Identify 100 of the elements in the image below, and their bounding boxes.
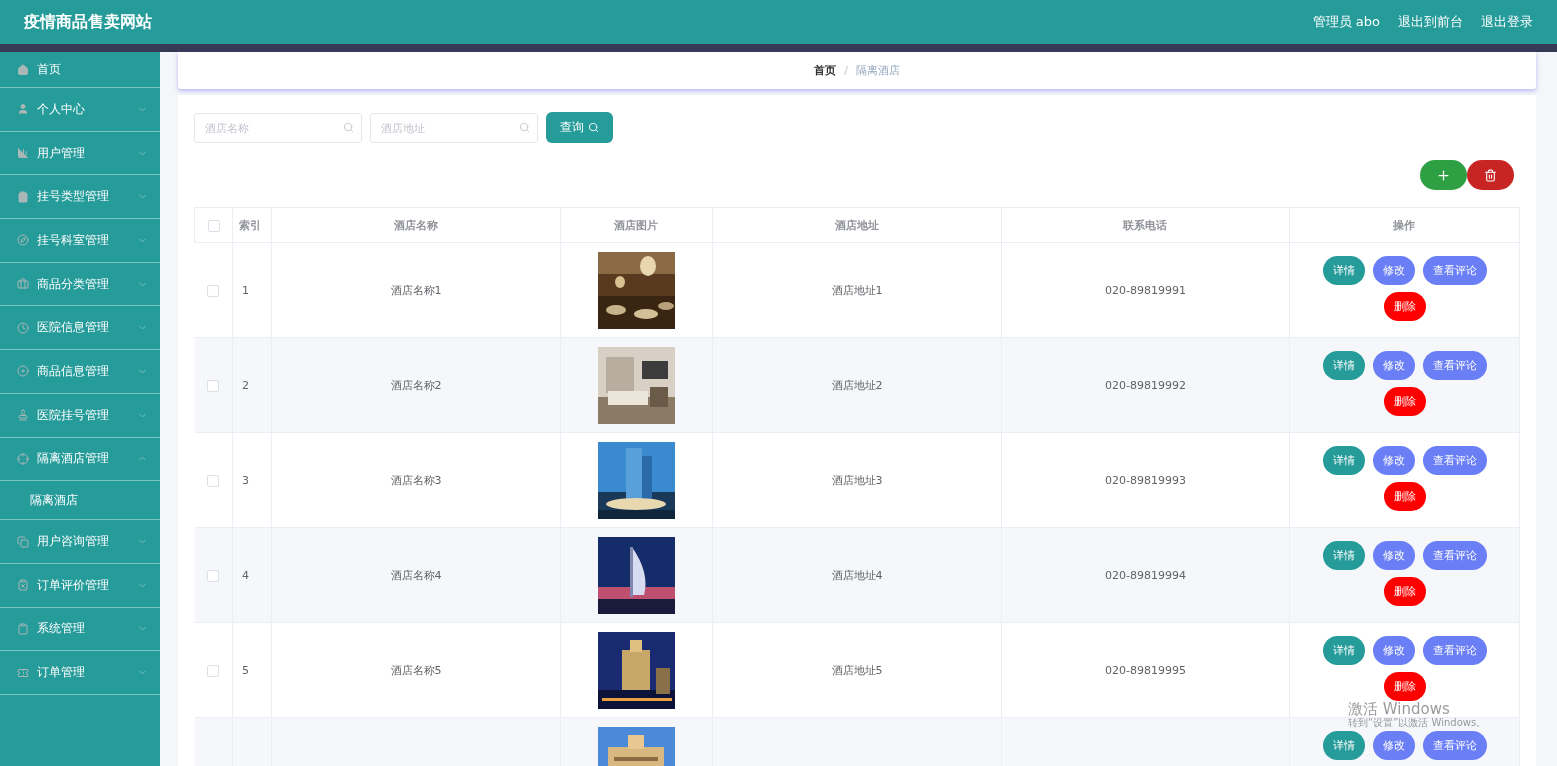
column-header: 操作 [1393,218,1415,232]
details-button[interactable]: 详情 [1322,446,1365,475]
sidebar-item[interactable]: 系统管理 [0,607,160,652]
details-button[interactable]: 详情 [1322,256,1365,285]
clipboard-check-icon [17,190,29,203]
sidebar-item[interactable]: 隔离酒店管理 [0,437,160,482]
admin-name: 管理员 abo [1312,13,1380,31]
sidebar-item[interactable]: 医院挂号管理 [0,393,160,438]
sidebar-item[interactable]: 医院信息管理 [0,306,160,351]
view-reviews-button[interactable]: 查看评论 [1422,541,1487,570]
compass-icon [17,234,29,247]
table-cell: 020-89819992 [1105,378,1186,392]
sidebar-item[interactable]: 订单管理 [0,651,160,695]
checkbox[interactable] [207,379,220,392]
ticket-icon [17,666,29,679]
activation-text: 转到“设置”以激活 Windows。 [1348,717,1487,728]
table-cell: 020-89819991 [1105,283,1186,297]
query-button[interactable]: 查询 [546,112,613,143]
plus-icon [1436,167,1451,183]
table-cell: 1 [242,283,249,297]
disc-icon [17,365,29,378]
column-header: 酒店图片 [614,218,658,232]
table-cell: 酒店地址3 [831,473,883,487]
view-reviews-button[interactable]: 查看评论 [1422,351,1487,380]
table-cell: 酒店地址1 [831,283,883,297]
column-header: 酒店名称 [393,218,438,232]
table-cell: 020-89819995 [1105,663,1186,677]
briefcase-icon [17,278,29,291]
user-icon [17,103,29,116]
crosshair-icon [17,452,29,465]
header-link[interactable]: 退出到前台 [1398,13,1463,31]
stamp-icon [17,409,29,422]
view-reviews-button[interactable]: 查看评论 [1422,256,1487,285]
sidebar-item[interactable]: 挂号类型管理 [0,175,160,220]
details-button[interactable]: 详情 [1322,351,1365,380]
edit-button[interactable]: 修改 [1372,636,1415,665]
checkbox[interactable] [207,664,220,677]
delete-button[interactable]: 删除 [1383,292,1426,321]
search-icon [588,122,599,133]
table-cell: 酒店名称2 [390,378,442,392]
edit-button[interactable]: 修改 [1372,541,1415,570]
table-cell: 5 [242,663,249,677]
checkbox[interactable] [207,474,220,487]
table-cell: 酒店名称5 [390,663,442,677]
clipboard-x-icon [17,579,29,592]
checkbox[interactable] [207,219,220,232]
trash-button[interactable] [1467,160,1514,190]
details-button[interactable]: 详情 [1322,541,1365,570]
table-cell: 酒店名称3 [390,473,442,487]
delete-button[interactable]: 删除 [1383,387,1426,416]
breadcrumb-separator: / [844,64,848,77]
details-button[interactable]: 详情 [1322,636,1365,665]
breadcrumb-link[interactable]: 首页 [814,63,837,78]
sidebar-subitem[interactable]: 隔离酒店 [0,481,160,521]
sidebar-item[interactable]: 个人中心 [0,88,160,132]
trash-icon [1484,168,1497,182]
clipboard-icon [17,622,29,635]
sidebar-item[interactable]: 首页 [0,52,160,88]
checkbox[interactable] [207,284,220,297]
table-cell: 酒店名称1 [390,283,442,297]
table-cell: 4 [242,568,249,582]
sidebar-item[interactable]: 挂号科室管理 [0,219,160,263]
copy-icon [17,535,29,548]
sidebar-item[interactable]: 用户管理 [0,131,160,176]
site-title: 疫情商品售卖网站 [24,11,153,33]
checkbox[interactable] [207,569,220,582]
delete-button[interactable]: 删除 [1383,672,1426,701]
search-icon [519,121,530,133]
activation-title: 激活 Windows [1348,701,1450,717]
table-cell: 酒店地址2 [831,378,883,392]
home-icon [17,63,29,76]
table-cell: 020-89819994 [1105,568,1186,582]
edit-button[interactable]: 修改 [1372,351,1415,380]
view-reviews-button[interactable]: 查看评论 [1422,731,1487,760]
search-field[interactable]: 酒店名称 [194,112,362,143]
sidebar-item[interactable]: 用户咨询管理 [0,520,160,564]
delete-button[interactable]: 删除 [1383,577,1426,606]
sidebar-item[interactable]: 商品分类管理 [0,262,160,307]
edit-button[interactable]: 修改 [1372,731,1415,760]
edit-button[interactable]: 修改 [1372,446,1415,475]
view-reviews-button[interactable]: 查看评论 [1422,636,1487,665]
table-cell: 酒店地址4 [831,568,883,582]
column-header: 酒店地址 [834,218,879,232]
delete-button[interactable]: 删除 [1383,482,1426,511]
search-icon [343,121,354,133]
sidebar-item[interactable]: 商品信息管理 [0,350,160,394]
clock-icon [17,321,29,334]
table-cell: 酒店地址5 [831,663,883,677]
details-button[interactable]: 详情 [1322,731,1365,760]
column-header: 索引 [239,218,261,232]
column-header: 联系电话 [1123,218,1167,232]
table-cell: 2 [242,378,249,392]
add-button[interactable] [1420,160,1467,190]
header-link[interactable]: 退出登录 [1481,13,1533,31]
edit-button[interactable]: 修改 [1372,256,1415,285]
table-cell: 酒店名称4 [390,568,442,582]
chart-icon [17,147,29,160]
view-reviews-button[interactable]: 查看评论 [1422,446,1487,475]
sidebar-item[interactable]: 订单评价管理 [0,563,160,608]
breadcrumb-current: 隔离酒店 [855,63,900,78]
